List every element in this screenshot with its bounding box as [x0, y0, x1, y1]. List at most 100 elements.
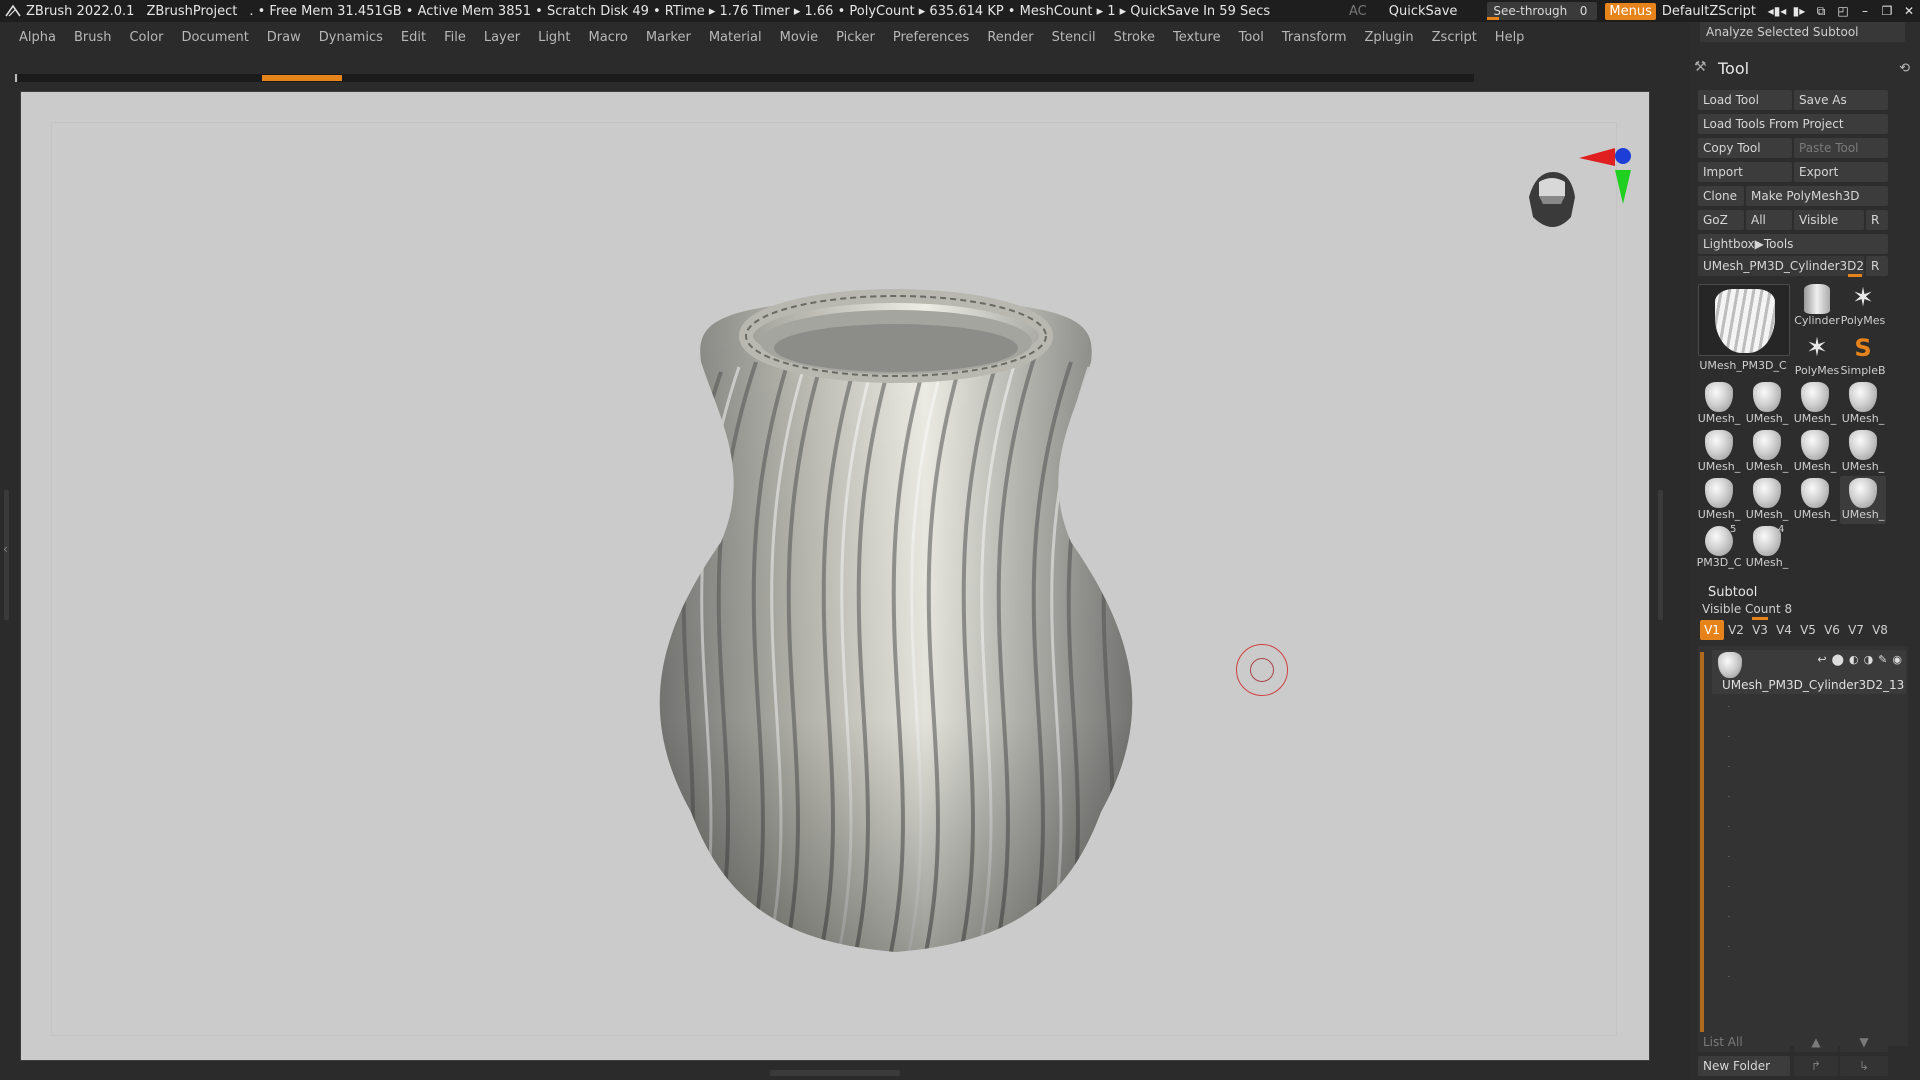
close-icon[interactable]: ✕	[1898, 0, 1920, 22]
active-tab-indicator[interactable]	[262, 75, 342, 81]
visibility-eye-icon[interactable]: ◉	[1892, 653, 1902, 666]
brush-pen-icon[interactable]: ✎	[1878, 653, 1887, 666]
umesh-thumb-5[interactable]: UMesh_	[1696, 428, 1742, 476]
menu-preferences[interactable]: Preferences	[884, 30, 978, 45]
menu-help[interactable]: Help	[1486, 30, 1534, 45]
load-tool-button[interactable]: Load Tool	[1698, 90, 1792, 110]
import-button[interactable]: Import	[1698, 162, 1792, 182]
active-tool-thumbnail[interactable]	[1698, 284, 1790, 356]
subtool-section-title[interactable]: Subtool	[1708, 585, 1757, 600]
copy-tool-button[interactable]: Copy Tool	[1698, 138, 1792, 158]
umesh-thumb-7[interactable]: UMesh_	[1792, 428, 1838, 476]
subtool-arrow-icon[interactable]: ↩	[1817, 653, 1826, 666]
menu-stroke[interactable]: Stroke	[1105, 30, 1164, 45]
cylinder-tool-thumb[interactable]: Cylinder	[1794, 282, 1840, 330]
new-folder-button[interactable]: New Folder	[1698, 1056, 1790, 1076]
simplebrush-tool-thumb[interactable]: S SimpleB	[1840, 332, 1886, 380]
menu-marker[interactable]: Marker	[637, 30, 700, 45]
tray-toggle-icon[interactable]: ◂▮◂	[1766, 0, 1788, 22]
clone-button[interactable]: Clone	[1698, 186, 1744, 206]
visibility-tab-v4[interactable]: V4	[1772, 620, 1796, 640]
visibility-tab-v6[interactable]: V6	[1820, 620, 1844, 640]
subtool-scroll-rail[interactable]	[1700, 652, 1704, 1032]
material-icon[interactable]: ◐	[1849, 653, 1859, 666]
umesh-thumb-13[interactable]: 4 UMesh_	[1744, 524, 1790, 572]
menu-draw[interactable]: Draw	[258, 30, 310, 45]
menu-render[interactable]: Render	[978, 30, 1042, 45]
menu-texture[interactable]: Texture	[1164, 30, 1230, 45]
paste-tool-button[interactable]: Paste Tool	[1794, 138, 1888, 158]
layout-icon[interactable]: ⧉	[1810, 0, 1832, 22]
export-button[interactable]: Export	[1794, 162, 1888, 182]
pm3d-thumb[interactable]: 5 PM3D_C	[1696, 524, 1742, 572]
restore-icon[interactable]: ❐	[1876, 0, 1898, 22]
right-tray-handle[interactable]	[1658, 490, 1663, 620]
umesh-thumb-12[interactable]: UMesh_	[1840, 476, 1886, 524]
visibility-tab-v8[interactable]: V8	[1868, 620, 1892, 640]
left-tray-handle[interactable]	[3, 490, 9, 620]
move-down-icon[interactable]: ▼	[1840, 1032, 1888, 1052]
lightbox-tools-button[interactable]: Lightbox▶Tools	[1698, 234, 1888, 254]
visibility-tab-v5[interactable]: V5	[1796, 620, 1820, 640]
tray-toggle-right-icon[interactable]: ▮▸	[1788, 0, 1810, 22]
menu-tool[interactable]: Tool	[1230, 30, 1273, 45]
current-tool-r-button[interactable]: R	[1866, 256, 1888, 276]
umesh-thumb-4[interactable]: UMesh_	[1840, 380, 1886, 428]
umesh-thumb-2[interactable]: UMesh_	[1744, 380, 1790, 428]
ui-config-icon[interactable]: ◰	[1832, 0, 1854, 22]
umesh-thumb-3[interactable]: UMesh_	[1792, 380, 1838, 428]
menu-color[interactable]: Color	[120, 30, 172, 45]
visible-count-slider[interactable]: Visible Count 8	[1700, 602, 1810, 620]
visibility-tab-v3[interactable]: V3	[1748, 620, 1772, 640]
menu-macro[interactable]: Macro	[580, 30, 637, 45]
menu-zplugin[interactable]: Zplugin	[1356, 30, 1423, 45]
menu-brush[interactable]: Brush	[65, 30, 121, 45]
reset-palette-icon[interactable]: ⟲	[1899, 61, 1910, 76]
analyze-subtool-button[interactable]: Analyze Selected Subtool	[1700, 22, 1905, 42]
umesh-thumb-11[interactable]: UMesh_	[1792, 476, 1838, 524]
polymesh2-tool-thumb[interactable]: ✶ PolyMes	[1794, 332, 1840, 380]
goz-visible-button[interactable]: Visible	[1794, 210, 1864, 230]
menu-transform[interactable]: Transform	[1273, 30, 1356, 45]
menu-light[interactable]: Light	[529, 30, 579, 45]
subtool-list[interactable]: ↩ ⬤ ◐ ◑ ✎ ◉ UMesh_PM3D_Cylinder3D2_13	[1698, 646, 1908, 1046]
visibility-tab-v2[interactable]: V2	[1724, 620, 1748, 640]
menu-stencil[interactable]: Stencil	[1043, 30, 1105, 45]
minimize-icon[interactable]: –	[1854, 0, 1876, 22]
menu-movie[interactable]: Movie	[771, 30, 827, 45]
menu-document[interactable]: Document	[172, 30, 257, 45]
ac-button[interactable]: AC	[1349, 4, 1367, 19]
current-tool-slider[interactable]: UMesh_PM3D_Cylinder3D2_1	[1698, 256, 1864, 276]
folder-exit-icon[interactable]: ↳	[1840, 1056, 1888, 1076]
see-through-slider[interactable]: See-through 0	[1487, 2, 1598, 20]
subtool-item[interactable]: ↩ ⬤ ◐ ◑ ✎ ◉ UMesh_PM3D_Cylinder3D2_13	[1712, 650, 1906, 694]
list-all-button[interactable]: List All	[1698, 1032, 1790, 1052]
tool-palette-header[interactable]: ⚒ Tool ⟲	[1690, 56, 1920, 80]
navigation-gizmo[interactable]	[1511, 122, 1650, 252]
polypaint-icon[interactable]: ⬤	[1832, 653, 1844, 666]
umesh-thumb-6[interactable]: UMesh_	[1744, 428, 1790, 476]
dynamics-icon[interactable]: ◑	[1864, 653, 1874, 666]
menu-dynamics[interactable]: Dynamics	[310, 30, 392, 45]
umesh-thumb-8[interactable]: UMesh_	[1840, 428, 1886, 476]
goz-button[interactable]: GoZ	[1698, 210, 1744, 230]
menu-zscript[interactable]: Zscript	[1423, 30, 1486, 45]
umesh-thumb-1[interactable]: UMesh_	[1696, 380, 1742, 428]
palette-tab-strip[interactable]	[15, 74, 1474, 82]
umesh-thumb-10[interactable]: UMesh_	[1744, 476, 1790, 524]
move-up-icon[interactable]: ▲	[1794, 1032, 1838, 1052]
visibility-tab-v7[interactable]: V7	[1844, 620, 1868, 640]
goz-all-button[interactable]: All	[1746, 210, 1792, 230]
goz-r-button[interactable]: R	[1866, 210, 1888, 230]
vase-model[interactable]	[601, 252, 1191, 1032]
menu-file[interactable]: File	[435, 30, 475, 45]
visibility-tab-v1[interactable]: V1	[1700, 620, 1724, 640]
menus-toggle[interactable]: Menus	[1605, 2, 1656, 20]
umesh-thumb-9[interactable]: UMesh_	[1696, 476, 1742, 524]
menu-material[interactable]: Material	[700, 30, 771, 45]
menu-layer[interactable]: Layer	[475, 30, 529, 45]
default-zscript-button[interactable]: DefaultZScript	[1662, 4, 1756, 19]
make-polymesh3d-button[interactable]: Make PolyMesh3D	[1746, 186, 1888, 206]
menu-edit[interactable]: Edit	[392, 30, 435, 45]
menu-picker[interactable]: Picker	[827, 30, 884, 45]
